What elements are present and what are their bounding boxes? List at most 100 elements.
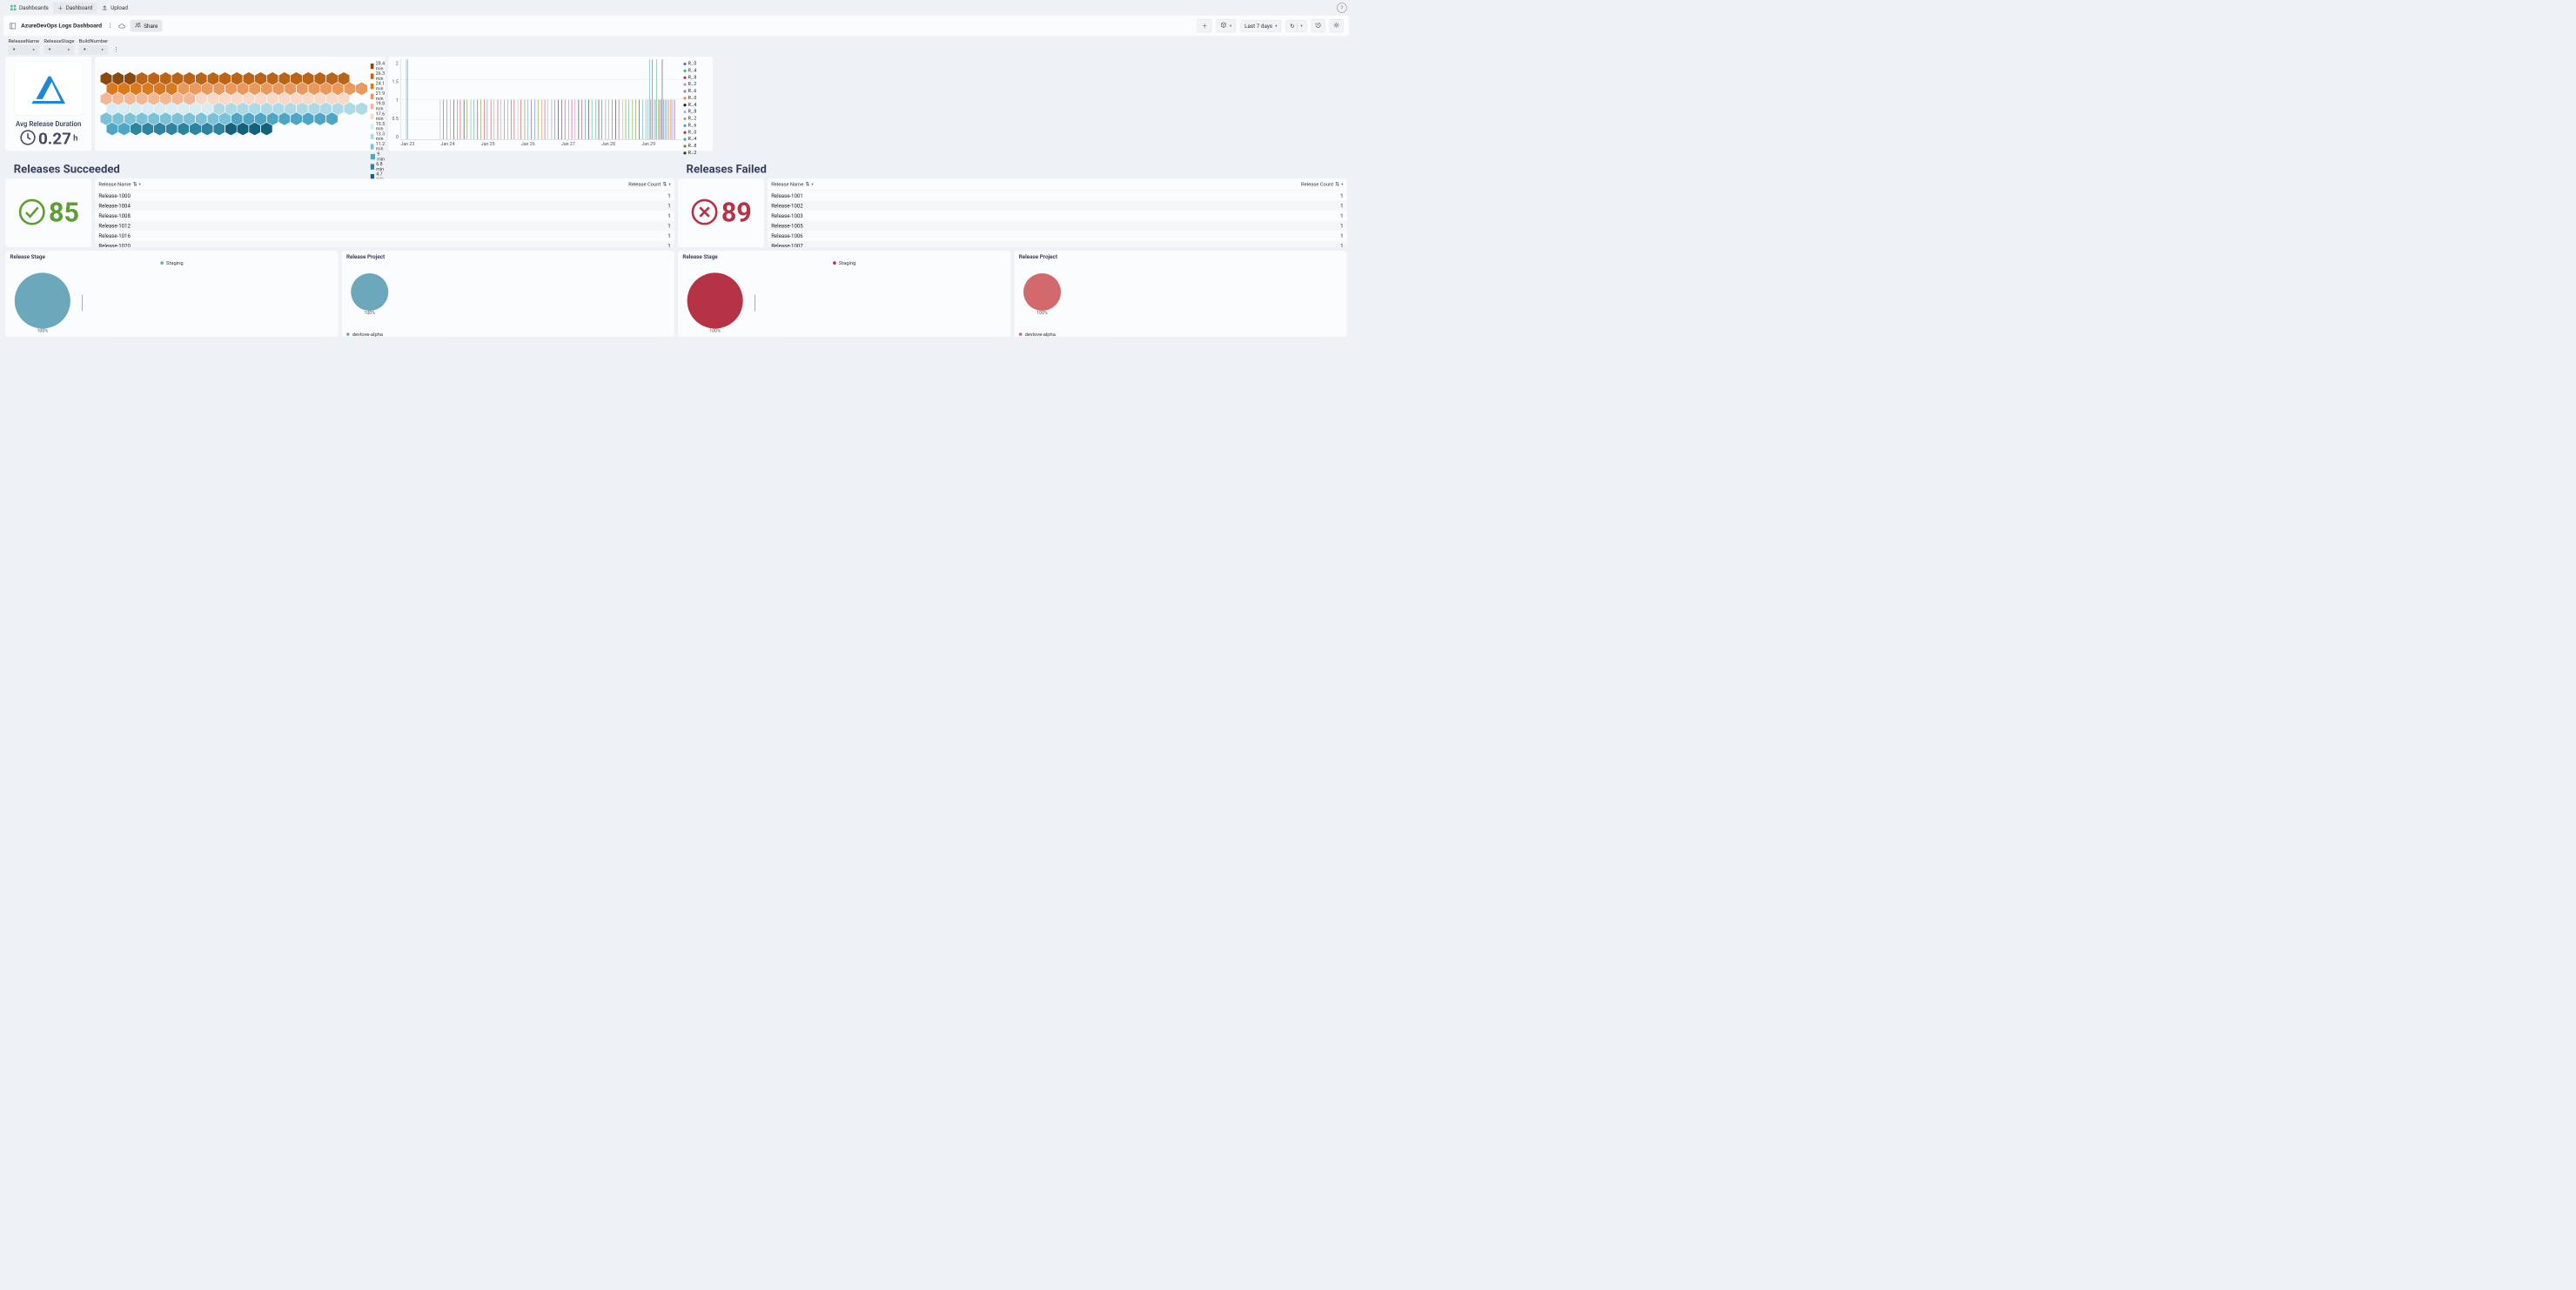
legend-item[interactable]: R…2 xyxy=(683,151,708,156)
bar[interactable] xyxy=(511,99,512,139)
bar[interactable] xyxy=(514,99,515,139)
hex-cell[interactable] xyxy=(106,123,117,136)
share-button[interactable]: Share xyxy=(131,20,163,32)
th-release-count[interactable]: Release Count ⇅ ▾ xyxy=(1301,181,1343,187)
legend-item[interactable]: R…0 xyxy=(683,96,708,101)
legend-item[interactable]: R…4 xyxy=(683,68,708,73)
timerange-select[interactable]: Last 7 days ▾ xyxy=(1240,20,1281,32)
bar[interactable] xyxy=(440,99,441,139)
bar[interactable] xyxy=(665,99,666,139)
legend-item[interactable]: R…0 xyxy=(683,61,708,66)
legend-item[interactable]: R…4 xyxy=(683,103,708,108)
bar[interactable] xyxy=(531,99,532,139)
bar[interactable] xyxy=(632,99,633,139)
bar[interactable] xyxy=(635,99,636,139)
bar[interactable] xyxy=(663,99,664,139)
bar[interactable] xyxy=(545,99,546,139)
bar[interactable] xyxy=(575,99,576,139)
bar[interactable] xyxy=(548,99,549,139)
bar[interactable] xyxy=(561,99,562,139)
legend-item[interactable]: R…0 xyxy=(683,130,708,135)
bar[interactable] xyxy=(450,99,451,139)
bar[interactable] xyxy=(487,99,488,139)
bar[interactable] xyxy=(662,59,663,139)
bar[interactable] xyxy=(674,99,675,139)
legend-item[interactable]: R…8 xyxy=(683,75,708,80)
filter-select-releasestage[interactable]: * ▾ xyxy=(44,44,74,55)
bar[interactable] xyxy=(602,99,603,139)
bar[interactable] xyxy=(467,99,468,139)
bar[interactable] xyxy=(551,99,552,139)
bar[interactable] xyxy=(639,99,640,139)
table-row[interactable]: Release-10121 xyxy=(95,221,674,232)
refresh-button[interactable]: ↻ ▾ xyxy=(1286,20,1307,32)
table-row[interactable]: Release-10001 xyxy=(95,191,674,201)
bar[interactable] xyxy=(672,99,673,139)
bar[interactable] xyxy=(534,99,535,139)
bar[interactable] xyxy=(572,99,573,139)
bar[interactable] xyxy=(612,99,613,139)
pie-legend[interactable]: Staging xyxy=(833,260,855,266)
legend-item[interactable]: R…8 xyxy=(683,109,708,114)
table-row[interactable]: Release-10201 xyxy=(95,241,674,247)
filter-select-releasename[interactable]: * ▾ xyxy=(8,44,39,55)
th-release-name[interactable]: Release Name ⇅ ▾ xyxy=(98,181,628,187)
bar[interactable] xyxy=(500,99,501,139)
hex-cell[interactable] xyxy=(166,123,178,136)
bar[interactable] xyxy=(588,99,589,139)
table-row[interactable]: Release-10051 xyxy=(768,221,1347,232)
hex-cell[interactable] xyxy=(142,123,153,136)
bar[interactable] xyxy=(524,99,525,139)
bar[interactable] xyxy=(659,99,660,139)
bar[interactable] xyxy=(667,99,668,139)
more-vertical-icon[interactable]: ⋮ xyxy=(112,45,119,52)
bar[interactable] xyxy=(470,99,471,139)
bar[interactable] xyxy=(407,59,408,139)
bar[interactable] xyxy=(655,99,656,139)
filter-select-buildnumber[interactable]: * ▾ xyxy=(79,44,108,55)
bar[interactable] xyxy=(649,59,650,139)
bar[interactable] xyxy=(558,99,559,139)
table-row[interactable]: Release-10041 xyxy=(95,200,674,211)
hex-heatmap[interactable]: 28.4 min26.3 min24.1 min21.9 min19.8 min… xyxy=(95,57,385,151)
bar[interactable] xyxy=(642,99,643,139)
bar[interactable] xyxy=(497,99,498,139)
pie-legend[interactable]: devlove-alpha xyxy=(346,332,670,338)
bar[interactable] xyxy=(656,59,657,139)
legend-item[interactable]: R…4 xyxy=(683,137,708,142)
legend-item[interactable]: R…6 xyxy=(683,89,708,94)
pie-chart[interactable] xyxy=(351,273,388,311)
tab-dashboards[interactable]: Dashboards xyxy=(5,3,53,13)
bar[interactable] xyxy=(629,99,630,139)
tab-upload[interactable]: Upload xyxy=(97,3,132,13)
add-button[interactable]: ＋ xyxy=(1197,19,1212,32)
bar[interactable] xyxy=(484,99,485,139)
bar[interactable] xyxy=(670,99,671,139)
bar[interactable] xyxy=(521,99,522,139)
history-button[interactable] xyxy=(1311,19,1325,32)
bar[interactable] xyxy=(527,99,528,139)
bar[interactable] xyxy=(541,99,542,139)
bar[interactable] xyxy=(443,99,444,139)
bar[interactable] xyxy=(622,99,623,139)
bar[interactable] xyxy=(658,99,659,139)
bar[interactable] xyxy=(453,99,454,139)
cube-dropdown[interactable]: ▾ xyxy=(1217,19,1236,32)
hex-cell[interactable] xyxy=(118,123,130,136)
bar[interactable] xyxy=(626,99,627,139)
bar[interactable] xyxy=(504,99,505,139)
bar[interactable] xyxy=(538,99,539,139)
hex-cell[interactable] xyxy=(154,123,165,136)
bar[interactable] xyxy=(406,59,407,139)
settings-button[interactable] xyxy=(1330,19,1344,32)
bar[interactable] xyxy=(477,99,478,139)
bar[interactable] xyxy=(585,99,586,139)
tab-new-dashboard[interactable]: ＋ Dashboard xyxy=(53,2,97,13)
legend-item[interactable]: R…8 xyxy=(683,144,708,149)
bar[interactable] xyxy=(473,99,474,139)
bar[interactable] xyxy=(446,99,447,139)
bar[interactable] xyxy=(648,99,649,139)
cloud-icon[interactable] xyxy=(118,22,125,29)
bar[interactable] xyxy=(457,99,458,139)
hex-cell[interactable] xyxy=(178,123,189,136)
